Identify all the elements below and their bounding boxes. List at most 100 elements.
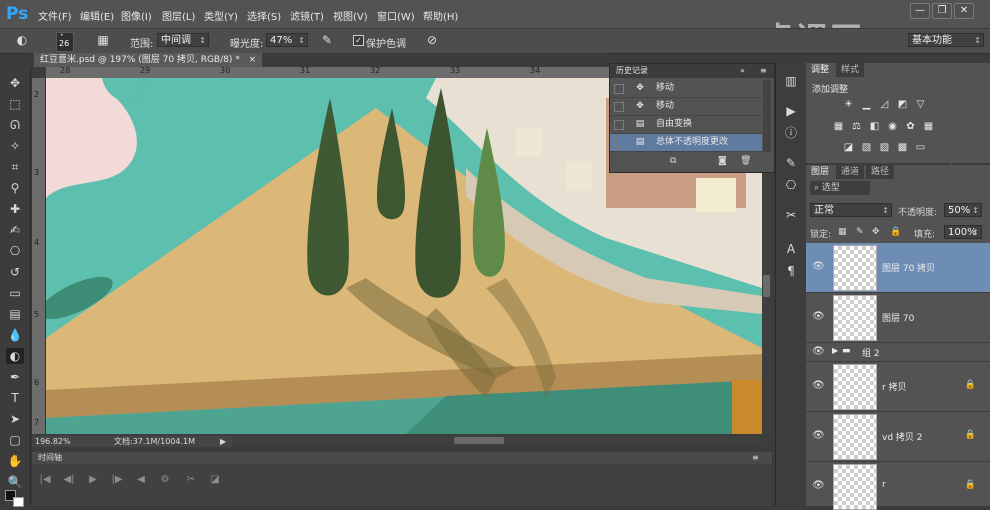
first-frame-icon[interactable]: |◀ [38, 473, 52, 487]
history-snapshot-checkbox[interactable] [614, 84, 624, 94]
menu-edit[interactable]: 编辑(E) [80, 8, 114, 23]
curves-icon[interactable]: ◿ [878, 99, 891, 111]
hand-tool-icon[interactable]: ✋ [6, 453, 24, 469]
brush-panel-strip-icon[interactable]: ✎ [783, 155, 799, 171]
pressure-icon[interactable]: ⊘ [424, 32, 440, 48]
layer-row[interactable]: 👁 图层 70 拷贝 [806, 243, 990, 293]
tab-layers[interactable]: 图层 [806, 165, 835, 179]
threshold-icon[interactable]: ▨ [878, 142, 891, 154]
history-item[interactable]: ✥ 移动 [610, 98, 762, 116]
type-tool-icon[interactable]: T [6, 390, 24, 406]
zoom-level[interactable]: 196.82% [35, 436, 71, 447]
workspace-select[interactable]: 基本功能 [908, 33, 984, 48]
path-select-tool-icon[interactable]: ➤ [6, 411, 24, 427]
clone-source-icon[interactable]: ⎔ [783, 177, 799, 193]
black-white-icon[interactable]: ◧ [868, 121, 881, 133]
protect-tones-checkbox[interactable]: ✓ [353, 35, 364, 46]
brush-panel-icon[interactable]: ▦ [95, 32, 111, 48]
visibility-eye-icon[interactable]: 👁 [812, 480, 825, 492]
lock-all-icon[interactable]: 🔒 [890, 227, 901, 237]
brush-size-picker[interactable]: • 26 [56, 32, 74, 52]
pen-tool-icon[interactable]: ✒ [6, 369, 24, 385]
eyedropper-tool-icon[interactable]: ⚲ [6, 180, 24, 196]
restore-button[interactable]: ❐ [932, 3, 952, 19]
vibrance-icon[interactable]: ▽ [914, 99, 927, 111]
history-brush-tool-icon[interactable]: ↺ [6, 264, 24, 280]
gradient-tool-icon[interactable]: ▤ [6, 306, 24, 322]
next-frame-icon[interactable]: |▶ [110, 473, 124, 487]
history-item-selected[interactable]: ▤ 总体不透明度更改 [610, 134, 762, 152]
new-document-from-state-icon[interactable]: ⧉ [670, 156, 676, 166]
levels-icon[interactable]: ▁ [860, 99, 873, 111]
layer-group-row[interactable]: 👁 ▶ ▬ 组 2 [806, 343, 990, 362]
info-icon[interactable]: ⓘ [783, 125, 799, 141]
brightness-icon[interactable]: ☀ [842, 99, 855, 111]
history-panel-icon[interactable]: ▥ [783, 73, 799, 89]
group-expand-chevron-icon[interactable]: ▶ [832, 346, 838, 355]
menu-file[interactable]: 文件(F) [38, 8, 72, 23]
selective-color-icon[interactable]: ▭ [914, 142, 927, 154]
delete-state-trash-icon[interactable]: 🗑 [740, 156, 751, 166]
tool-presets-icon[interactable]: ✂ [783, 207, 799, 223]
lock-position-icon[interactable]: ✥ [872, 227, 880, 237]
vertical-scroll-thumb[interactable] [763, 275, 770, 297]
healing-brush-tool-icon[interactable]: ✚ [6, 201, 24, 217]
settings-gear-icon[interactable]: ⚙ [158, 473, 172, 487]
layer-row[interactable]: 👁 r 🔒 [806, 462, 990, 510]
history-snapshot-checkbox[interactable] [614, 102, 624, 112]
minimize-button[interactable]: — [910, 3, 930, 19]
blend-mode-select[interactable]: 正常 [810, 203, 892, 218]
tab-close-icon[interactable]: × [249, 55, 257, 65]
prev-frame-icon[interactable]: ◀| [62, 473, 76, 487]
history-item[interactable]: ✥ 移动 [610, 80, 762, 98]
lock-transparent-icon[interactable]: ▦ [838, 227, 847, 237]
menu-select[interactable]: 选择(S) [247, 8, 281, 23]
tab-paths[interactable]: 路径 [866, 165, 895, 179]
menu-image[interactable]: 图像(I) [121, 8, 152, 23]
visibility-eye-icon[interactable]: 👁 [812, 261, 825, 273]
crop-tool-icon[interactable]: ⌗ [6, 159, 24, 175]
airbrush-icon[interactable]: ✎ [319, 32, 335, 48]
marquee-tool-icon[interactable]: ⬚ [6, 96, 24, 112]
gradient-map-icon[interactable]: ▩ [896, 142, 909, 154]
fill-select[interactable]: 100% [944, 225, 982, 240]
photo-filter-icon[interactable]: ◉ [886, 121, 899, 133]
zoom-tool-icon[interactable]: 🔍 [6, 474, 24, 490]
paragraph-panel-icon[interactable]: ¶ [783, 263, 799, 279]
menu-type[interactable]: 类型(Y) [204, 8, 238, 23]
move-tool-icon[interactable]: ✥ [6, 75, 24, 91]
horizontal-scrollbar[interactable] [232, 436, 762, 446]
play-icon[interactable]: ▶ [86, 473, 100, 487]
close-button[interactable]: ✕ [954, 3, 974, 19]
history-scrollbar[interactable] [763, 80, 771, 152]
visibility-eye-icon[interactable]: 👁 [812, 311, 825, 323]
actions-panel-icon[interactable]: ▶ [783, 103, 799, 119]
quick-select-tool-icon[interactable]: ✧ [6, 138, 24, 154]
history-snapshot-checkbox[interactable] [614, 138, 624, 148]
history-item[interactable]: ▤ 自由变换 [610, 116, 762, 134]
brush-tool-icon[interactable]: ✍ [6, 222, 24, 238]
transition-icon[interactable]: ◪ [208, 473, 222, 487]
rectangle-tool-icon[interactable]: ▢ [6, 432, 24, 448]
menu-layer[interactable]: 图层(L) [162, 8, 195, 23]
color-lookup-icon[interactable]: ▦ [922, 121, 935, 133]
menu-filter[interactable]: 滤镜(T) [290, 8, 324, 23]
exposure-select[interactable]: 47% [266, 33, 308, 48]
layer-row[interactable]: 👁 图层 70 [806, 293, 990, 343]
audio-icon[interactable]: ◀ [134, 473, 148, 487]
layer-row[interactable]: 👁 r 拷贝 🔒 [806, 362, 990, 412]
snapshot-camera-icon[interactable]: ◙ [718, 156, 727, 166]
tab-channels[interactable]: 通道 [836, 165, 865, 179]
channel-mixer-icon[interactable]: ✿ [904, 121, 917, 133]
horizontal-scroll-thumb[interactable] [454, 437, 504, 444]
menu-window[interactable]: 窗口(W) [377, 8, 415, 23]
tab-styles[interactable]: 样式 [836, 63, 865, 77]
menu-help[interactable]: 帮助(H) [423, 8, 458, 23]
split-scissors-icon[interactable]: ✂ [184, 473, 198, 487]
posterize-icon[interactable]: ▧ [860, 142, 873, 154]
visibility-eye-icon[interactable]: 👁 [812, 430, 825, 442]
character-panel-icon[interactable]: A [783, 241, 799, 257]
visibility-eye-icon[interactable]: 👁 [812, 346, 825, 358]
layer-row[interactable]: 👁 vd 拷贝 2 🔒 [806, 412, 990, 462]
layer-filter-select[interactable]: ⌕ 选型 [810, 181, 870, 195]
